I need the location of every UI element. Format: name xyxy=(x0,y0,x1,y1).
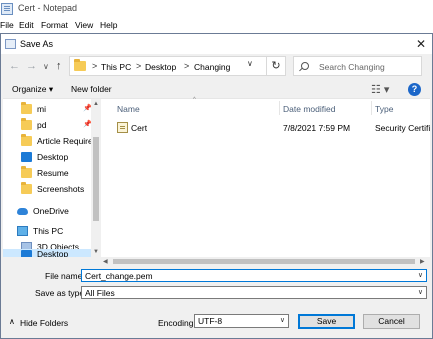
nav-item-label: Desktop xyxy=(37,152,69,162)
save-as-type-value[interactable]: All Files xyxy=(85,288,115,298)
save-button[interactable]: Save xyxy=(298,314,355,329)
scrollbar-thumb[interactable] xyxy=(93,137,99,221)
notepad-icon xyxy=(1,3,13,15)
save-as-type-label: Save as type: xyxy=(35,288,87,298)
address-dropdown-icon[interactable]: ∨ xyxy=(247,59,253,68)
cancel-button[interactable]: Cancel xyxy=(363,314,420,329)
file-name-field[interactable]: Cert_change.pem ∨ xyxy=(81,269,427,282)
recent-locations-chevron-icon[interactable]: ∨ xyxy=(43,62,49,71)
nav-item-pd[interactable]: pd 📌 xyxy=(3,117,92,133)
scroll-left-arrow-icon[interactable]: ◀ xyxy=(103,258,108,265)
save-dialog-icon xyxy=(5,39,16,49)
computer-icon xyxy=(17,226,28,236)
breadcrumb-chevron-icon[interactable]: > xyxy=(184,61,189,71)
scroll-right-arrow-icon[interactable]: ▶ xyxy=(420,258,425,265)
navigation-vertical-scrollbar[interactable]: ▲ ▼ xyxy=(91,99,101,257)
breadcrumb-desktop[interactable]: Desktop xyxy=(145,62,176,72)
dialog-title: Save As xyxy=(20,39,54,49)
encoding-dropdown-icon[interactable]: ∨ xyxy=(280,316,285,324)
file-type: Security Certificat xyxy=(375,123,430,133)
file-list-horizontal-scrollbar[interactable]: ◀ ▶ xyxy=(101,257,430,265)
file-row[interactable]: Cert 7/8/2021 7:59 PM Security Certifica… xyxy=(113,120,430,136)
notepad-menubar: File Edit Format View Help xyxy=(0,19,433,33)
search-box[interactable]: Search Changing xyxy=(293,56,422,76)
navigation-pane: mi 📌 pd 📌 Article Requirem Desktop Resum… xyxy=(3,99,101,265)
folder-icon xyxy=(21,166,32,178)
nav-item-screenshots[interactable]: Screenshots xyxy=(3,181,91,197)
notepad-title: Cert - Notepad xyxy=(18,3,78,13)
new-folder-button[interactable]: New folder xyxy=(71,84,112,94)
nav-item-article-requirements[interactable]: Article Requirem xyxy=(3,133,95,149)
help-icon[interactable]: ? xyxy=(408,83,421,96)
nav-item-label: This PC xyxy=(33,226,64,236)
file-name-dropdown-icon[interactable]: ∨ xyxy=(418,271,423,279)
nav-item-label: OneDrive xyxy=(33,206,69,216)
menu-help[interactable]: Help xyxy=(100,20,117,30)
encoding-label: Encoding: xyxy=(158,318,196,328)
search-input[interactable]: Search Changing xyxy=(319,62,385,72)
menu-view[interactable]: View xyxy=(75,20,93,30)
nav-item-label: Screenshots xyxy=(37,184,85,194)
chevron-up-icon[interactable]: ∧ xyxy=(9,317,15,326)
nav-item-mi[interactable]: mi 📌 xyxy=(3,101,92,117)
hide-folders-button[interactable]: Hide Folders xyxy=(20,318,68,328)
dialog-titlebar: Save As ✕ xyxy=(1,34,432,54)
save-as-dialog: Save As ✕ ← → ∨ ↑ > This PC > Desktop > … xyxy=(0,33,433,339)
save-as-type-dropdown-icon[interactable]: ∨ xyxy=(418,288,423,296)
up-arrow-icon[interactable]: ↑ xyxy=(56,60,62,72)
nav-item-label: Article Requirem xyxy=(37,136,95,146)
breadcrumb-changing[interactable]: Changing xyxy=(194,62,230,72)
nav-item-resume[interactable]: Resume xyxy=(3,165,91,181)
browser-area: mi 📌 pd 📌 Article Requirem Desktop Resum… xyxy=(3,97,430,265)
folder-icon xyxy=(21,134,32,146)
menu-edit[interactable]: Edit xyxy=(19,20,34,30)
folder-icon xyxy=(74,59,86,71)
desktop-icon xyxy=(21,152,32,162)
refresh-icon[interactable]: ↻ xyxy=(266,56,286,76)
file-name-label: File name: xyxy=(45,271,85,281)
column-header-date-modified[interactable]: Date modified xyxy=(283,104,335,114)
notepad-titlebar: Cert - Notepad xyxy=(0,0,433,19)
column-header-type[interactable]: Type xyxy=(375,104,393,114)
command-toolbar: Organize ▾ New folder ☷ ▾ ? xyxy=(1,82,432,98)
column-header-name[interactable]: Name xyxy=(117,104,140,114)
certificate-icon xyxy=(117,122,128,133)
breadcrumb-chevron-icon[interactable]: > xyxy=(136,61,141,71)
file-name: Cert xyxy=(131,123,148,133)
menu-file[interactable]: File xyxy=(0,20,14,30)
save-as-type-select[interactable]: All Files ∨ xyxy=(81,286,427,299)
scroll-up-arrow-icon[interactable]: ▲ xyxy=(93,101,99,107)
file-date: 7/8/2021 7:59 PM xyxy=(283,123,351,133)
nav-item-onedrive[interactable]: OneDrive xyxy=(0,203,87,219)
scrollbar-thumb[interactable] xyxy=(113,259,415,264)
view-options-icon[interactable]: ☷ ▾ xyxy=(371,83,389,96)
folder-icon xyxy=(21,102,32,114)
folder-icon xyxy=(21,182,32,194)
column-divider[interactable] xyxy=(279,101,280,115)
sort-indicator-icon: ^ xyxy=(193,97,196,103)
breadcrumb-chevron-icon[interactable]: > xyxy=(92,61,97,71)
nav-item-this-pc[interactable]: This PC xyxy=(0,223,87,239)
encoding-value[interactable]: UTF-8 xyxy=(198,316,222,326)
search-icon xyxy=(301,62,309,70)
breadcrumb-this-pc[interactable]: This PC xyxy=(101,62,131,72)
file-list-pane: ^ Name Date modified Type Cert 7/8/2021 … xyxy=(101,97,430,265)
scroll-down-arrow-icon[interactable]: ▼ xyxy=(93,249,99,255)
folder-icon xyxy=(21,118,32,130)
cloud-icon xyxy=(17,208,28,215)
back-arrow-icon[interactable]: ← xyxy=(9,60,20,72)
file-name-value[interactable]: Cert_change.pem xyxy=(85,271,153,281)
close-icon[interactable]: ✕ xyxy=(414,37,428,51)
menu-format[interactable]: Format xyxy=(41,20,68,30)
forward-arrow-icon[interactable]: → xyxy=(26,60,37,72)
navigation-horizontal-scrollbar[interactable] xyxy=(3,257,101,265)
encoding-select[interactable]: UTF-8 ∨ xyxy=(194,314,289,328)
organize-button[interactable]: Organize ▾ xyxy=(12,84,53,95)
nav-item-desktop-quick[interactable]: Desktop xyxy=(3,149,91,165)
column-divider[interactable] xyxy=(371,101,372,115)
nav-item-label: Resume xyxy=(37,168,69,178)
